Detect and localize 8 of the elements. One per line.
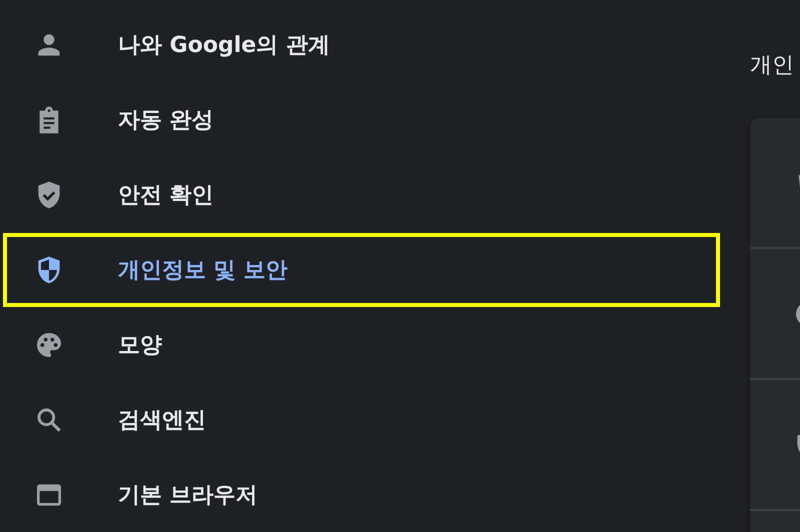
sidebar-item[interactable]: 기본 브라우저	[3, 457, 720, 532]
sidebar-item[interactable]: 모양	[3, 307, 720, 382]
sidebar-item[interactable]: 개인정보 및 보안	[3, 232, 720, 308]
sidebar-item[interactable]: 나와 Google의 관계	[3, 8, 720, 83]
sidebar-item[interactable]: 안전 확인	[3, 158, 720, 233]
sidebar-item[interactable]: 검색엔진	[3, 382, 720, 458]
sidebar-item[interactable]: 자동 완성	[3, 82, 720, 158]
page-title: 개인	[750, 52, 795, 80]
